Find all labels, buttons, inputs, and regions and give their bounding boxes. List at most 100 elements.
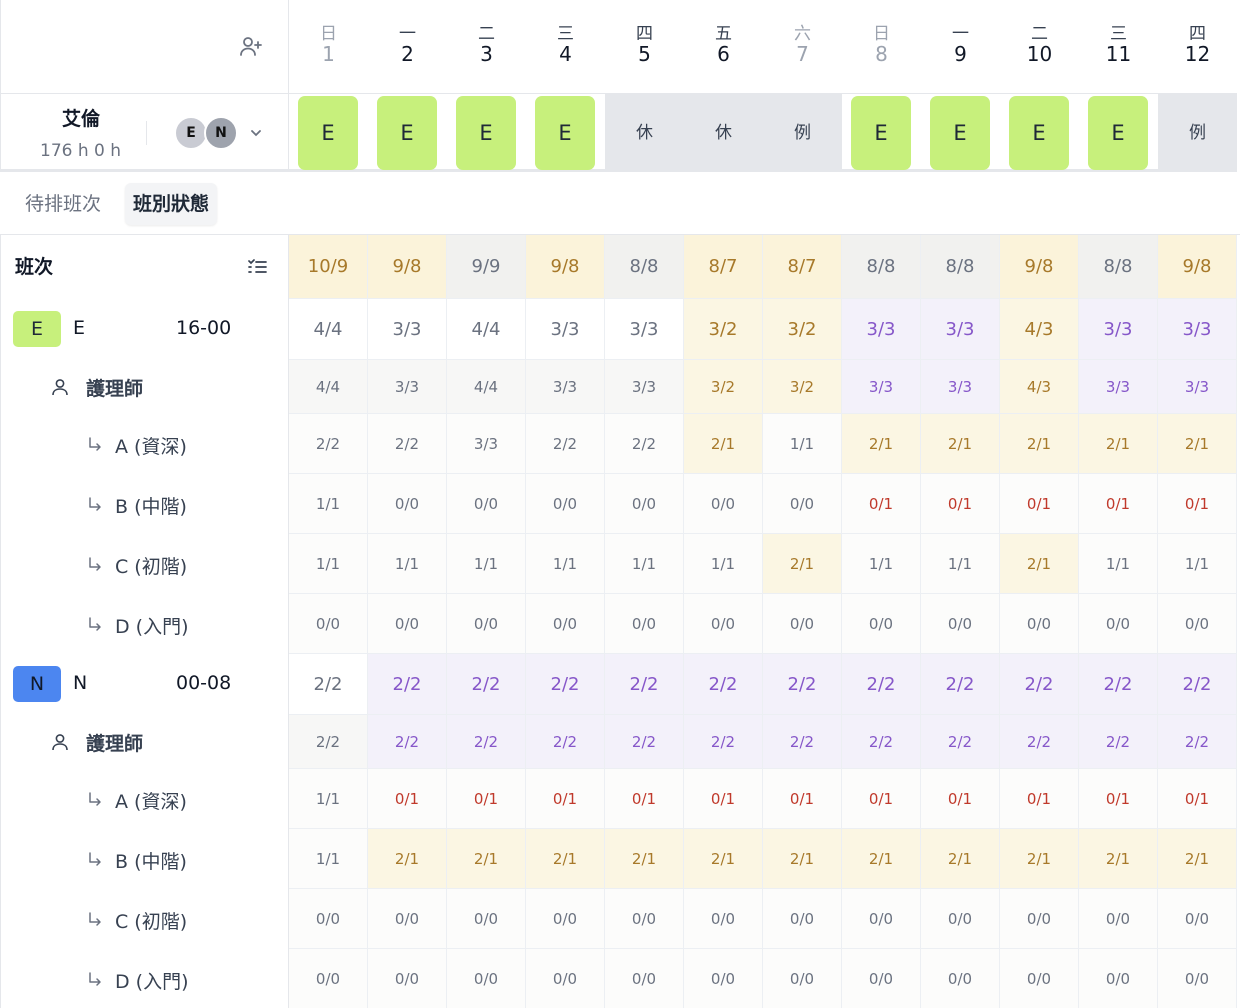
list-settings-icon[interactable] — [246, 256, 268, 278]
status-cell: 0/1 — [447, 769, 526, 829]
status-cell: 0/0 — [1158, 889, 1237, 949]
schedule-cell[interactable]: E — [1079, 94, 1158, 172]
schedule-cell[interactable]: E — [526, 94, 605, 172]
status-cell: 2/2 — [1000, 654, 1079, 715]
status-cell: 0/1 — [763, 769, 842, 829]
status-cell: 0/0 — [763, 889, 842, 949]
tab-shift-status[interactable]: 班別狀態 — [125, 183, 218, 225]
status-cell: 0/0 — [368, 474, 447, 534]
shift-chip[interactable]: E — [851, 96, 911, 170]
shift-badge: N — [13, 666, 61, 702]
schedule-cell[interactable]: 例 — [763, 94, 842, 172]
status-cell: 3/3 — [605, 299, 684, 360]
status-cell: 0/1 — [605, 769, 684, 829]
status-cell: 0/0 — [526, 889, 605, 949]
status-cell: 0/1 — [842, 769, 921, 829]
status-cell: 1/1 — [605, 534, 684, 594]
day-number: 11 — [1105, 42, 1132, 66]
status-cell: 0/1 — [921, 474, 1000, 534]
status-cell: 0/0 — [921, 889, 1000, 949]
status-cell: 2/2 — [842, 654, 921, 715]
shift-chip[interactable]: E — [298, 96, 358, 170]
status-cell: 1/1 — [684, 534, 763, 594]
avatar-n: N — [204, 116, 238, 150]
status-cell: 2/2 — [763, 654, 842, 715]
sub-item-arrow-icon — [89, 852, 101, 866]
status-cell: 0/0 — [368, 594, 447, 654]
status-cell: 3/3 — [921, 360, 1000, 414]
status-cell: 0/1 — [842, 474, 921, 534]
status-cell: 0/0 — [526, 949, 605, 1008]
day-number: 2 — [401, 42, 414, 66]
status-cell: 0/0 — [447, 594, 526, 654]
day-number: 4 — [559, 42, 572, 66]
shift-chip[interactable]: E — [1009, 96, 1069, 170]
status-cell: 3/3 — [842, 299, 921, 360]
status-cell: 2/1 — [1158, 829, 1237, 889]
shift-chip[interactable]: E — [1088, 96, 1148, 170]
status-cell: 2/1 — [1079, 414, 1158, 474]
status-cell: 0/0 — [921, 594, 1000, 654]
weekday-label: 日 — [873, 24, 890, 44]
table-title: 班次 — [15, 256, 54, 278]
status-cell: 2/1 — [605, 829, 684, 889]
status-cell: 2/2 — [921, 715, 1000, 769]
user-plus-icon[interactable] — [239, 34, 263, 58]
day-header: 六7 — [763, 0, 842, 94]
status-cell: 0/0 — [526, 594, 605, 654]
tab-pending-shifts[interactable]: 待排班次 — [17, 183, 109, 225]
day-number: 9 — [954, 42, 967, 66]
schedule-cell[interactable]: E — [447, 94, 526, 172]
status-cell: 0/0 — [684, 474, 763, 534]
status-cell: 0/0 — [447, 474, 526, 534]
weekday-label: 二 — [1031, 24, 1048, 44]
schedule-cell[interactable]: E — [368, 94, 447, 172]
status-cell: 2/1 — [684, 829, 763, 889]
employee-hours: 176 h 0 h — [40, 141, 122, 161]
status-cell: 2/1 — [763, 534, 842, 594]
shift-chip[interactable]: E — [535, 96, 595, 170]
weekday-label: 二 — [478, 24, 495, 44]
schedule-cell[interactable]: E — [921, 94, 1000, 172]
schedule-cell[interactable]: 休 — [605, 94, 684, 172]
status-cell: 2/2 — [526, 715, 605, 769]
status-cell: 3/3 — [1158, 299, 1237, 360]
day-off-label: 例 — [794, 123, 811, 143]
schedule-cell[interactable]: E — [289, 94, 368, 172]
status-cell: 1/1 — [289, 534, 368, 594]
status-cell: 0/0 — [842, 594, 921, 654]
schedule-cell[interactable]: E — [1000, 94, 1079, 172]
level-name: A (資深) — [115, 436, 187, 458]
shift-chip[interactable]: E — [930, 96, 990, 170]
day-off-label: 休 — [636, 123, 653, 143]
status-cell: 2/1 — [1000, 534, 1079, 594]
schedule-cell[interactable]: E — [842, 94, 921, 172]
level-name: D (入門) — [115, 616, 189, 638]
status-cell: 1/1 — [1158, 534, 1237, 594]
status-cell: 0/1 — [1079, 474, 1158, 534]
summary-cell: 10/9 — [289, 235, 368, 299]
status-cell: 3/3 — [921, 299, 1000, 360]
summary-cell: 8/7 — [684, 235, 763, 299]
status-cell: 2/2 — [1158, 654, 1237, 715]
status-cell: 0/0 — [763, 949, 842, 1008]
status-cell: 3/2 — [763, 360, 842, 414]
status-cell: 2/1 — [1000, 414, 1079, 474]
status-cell: 2/1 — [842, 829, 921, 889]
day-off-label: 休 — [715, 123, 732, 143]
shift-chip[interactable]: E — [377, 96, 437, 170]
shift-chip[interactable]: E — [456, 96, 516, 170]
day-off-label: 例 — [1189, 123, 1206, 143]
chevron-down-icon[interactable] — [249, 126, 263, 140]
day-header: 三4 — [526, 0, 605, 94]
status-cell: 3/3 — [526, 360, 605, 414]
schedule-cell[interactable]: 休 — [684, 94, 763, 172]
shift-name: N — [73, 672, 88, 694]
status-cell: 2/1 — [1000, 829, 1079, 889]
status-cell: 0/0 — [1079, 949, 1158, 1008]
schedule-cell[interactable]: 例 — [1158, 94, 1237, 172]
weekday-label: 四 — [1189, 24, 1206, 44]
employee-name[interactable]: 艾倫 — [62, 104, 100, 131]
person-icon — [52, 734, 68, 751]
status-cell: 2/1 — [526, 829, 605, 889]
